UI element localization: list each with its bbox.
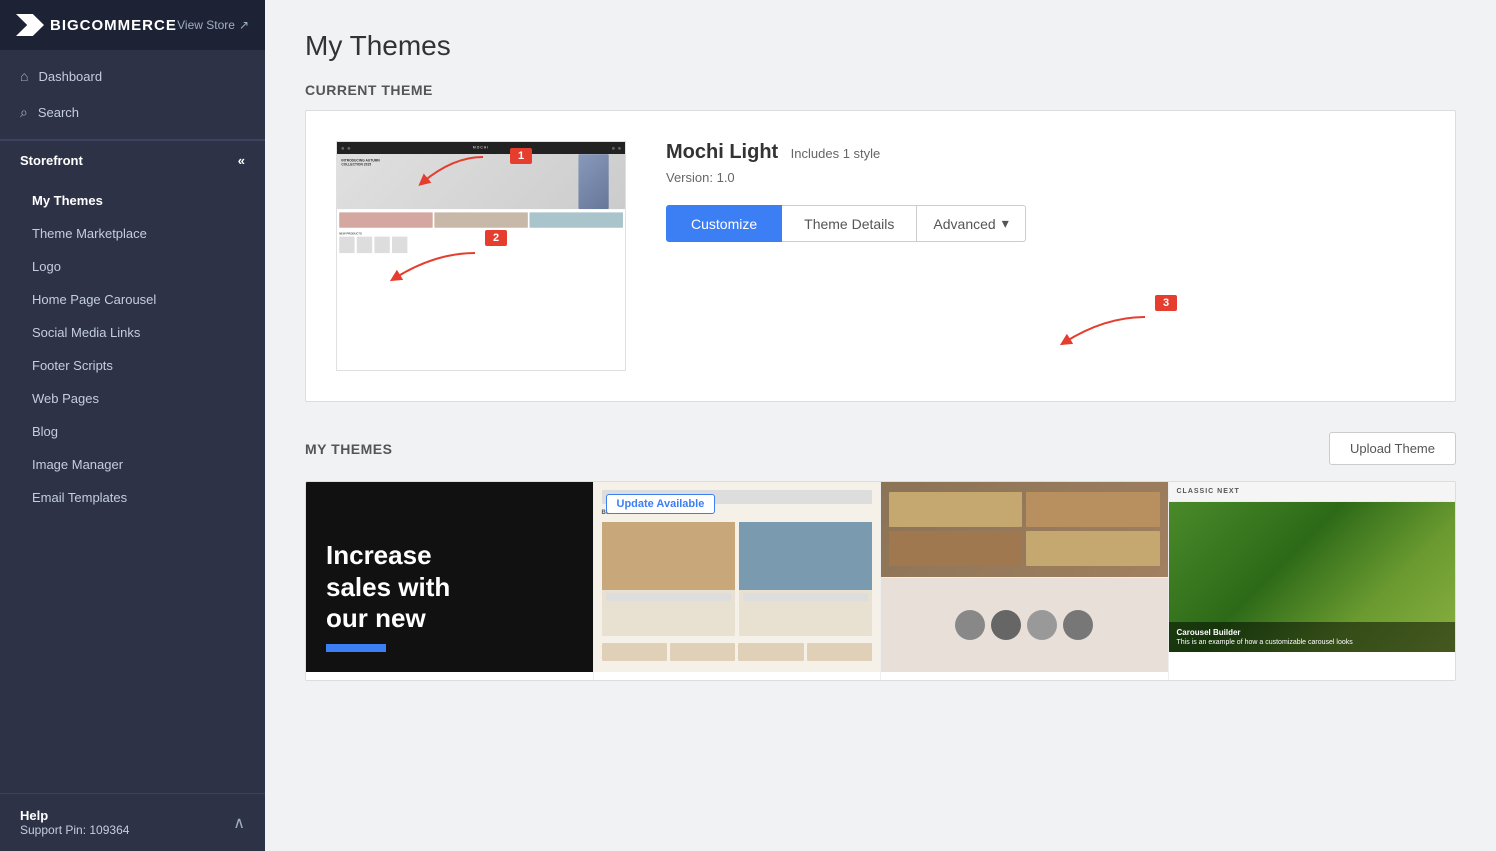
theme-card-promo[interactable]: Increase sales with our new bbox=[306, 482, 594, 680]
promo-banner: Increase sales with our new bbox=[306, 482, 593, 672]
sidebar-item-theme-marketplace[interactable]: Theme Marketplace bbox=[0, 217, 265, 250]
customize-button[interactable]: Customize bbox=[666, 205, 782, 242]
my-themes-label: My Themes bbox=[305, 441, 392, 457]
chevron-up-icon[interactable]: ∧ bbox=[233, 813, 245, 833]
sidebar-item-label: Web Pages bbox=[32, 391, 99, 406]
theme-actions: Customize Theme Details Advanced ▾ bbox=[666, 205, 1425, 242]
sidebar-item-label: Image Manager bbox=[32, 457, 123, 472]
sidebar-item-label: Home Page Carousel bbox=[32, 292, 156, 307]
sidebar-item-home-page-carousel[interactable]: Home Page Carousel bbox=[0, 283, 265, 316]
promo-title: Increase sales with our new bbox=[326, 540, 573, 634]
theme-card-restaurant[interactable] bbox=[881, 482, 1169, 680]
mini-theme-top bbox=[881, 482, 1168, 578]
view-store-text: View Store bbox=[177, 18, 235, 32]
annotation-badge-3: 3 bbox=[1155, 295, 1177, 311]
sidebar-header: BIGCOMMERCE View Store ↗ bbox=[0, 0, 265, 50]
chevron-down-icon: ▾ bbox=[1002, 215, 1009, 232]
current-theme-label: Current Theme bbox=[305, 82, 1456, 98]
classic-next-image: Carousel Builder This is an example of h… bbox=[1169, 502, 1456, 652]
external-link-icon: ↗ bbox=[239, 18, 249, 32]
sidebar-item-label: Search bbox=[38, 105, 79, 120]
update-available-badge: Update Available bbox=[606, 494, 716, 514]
advanced-button[interactable]: Advanced ▾ bbox=[917, 205, 1025, 242]
footer-help-text: Help Support Pin: 109364 bbox=[20, 808, 129, 837]
theme-two-preview bbox=[881, 482, 1168, 672]
sidebar: BIGCOMMERCE View Store ↗ ⌂ Dashboard ⌕ S… bbox=[0, 0, 265, 851]
sidebar-item-label: Blog bbox=[32, 424, 58, 439]
sidebar-item-social-media-links[interactable]: Social Media Links bbox=[0, 316, 265, 349]
sidebar-item-label: Dashboard bbox=[38, 69, 102, 84]
classic-next-preview: CLASSIC NEXT Carousel Builder This is an… bbox=[1169, 482, 1456, 672]
search-icon: ⌕ bbox=[20, 104, 28, 121]
sidebar-nav-top: ⌂ Dashboard ⌕ Search bbox=[0, 50, 265, 140]
upload-theme-button[interactable]: Upload Theme bbox=[1329, 432, 1456, 465]
annotation-badge-1: 1 bbox=[510, 148, 532, 164]
current-theme-card: MOCHI INTRODUCING AUTUMNCOLLECTION 2015 … bbox=[305, 110, 1456, 402]
storefront-section-header[interactable]: Storefront « bbox=[0, 140, 265, 180]
sidebar-item-label: My Themes bbox=[32, 193, 103, 208]
sidebar-item-logo[interactable]: Logo bbox=[0, 250, 265, 283]
storefront-section-label: Storefront bbox=[20, 153, 83, 168]
sidebar-item-search[interactable]: ⌕ Search bbox=[0, 94, 265, 131]
view-store-link[interactable]: View Store ↗ bbox=[177, 18, 249, 32]
storefront-items: My Themes Theme Marketplace Logo Home Pa… bbox=[0, 180, 265, 518]
main-content: 1 2 3 My Themes Current Theme MOCHI bbox=[265, 0, 1496, 851]
classic-next-name: CLASSIC NEXT bbox=[1169, 482, 1456, 502]
theme-subtitle: Includes 1 style bbox=[791, 146, 881, 161]
sidebar-item-my-themes[interactable]: My Themes bbox=[0, 184, 265, 217]
sidebar-item-blog[interactable]: Blog bbox=[0, 415, 265, 448]
classic-next-desc: This is an example of how a customizable… bbox=[1177, 639, 1448, 646]
theme-info: Mochi Light Includes 1 style Version: 1.… bbox=[666, 141, 1425, 242]
theme-version: Version: 1.0 bbox=[666, 170, 1425, 185]
my-themes-header: My Themes Upload Theme bbox=[305, 432, 1456, 465]
theme-preview: MOCHI INTRODUCING AUTUMNCOLLECTION 2015 … bbox=[336, 141, 626, 371]
advanced-label: Advanced bbox=[933, 216, 995, 232]
theme-name: Mochi Light bbox=[666, 141, 778, 163]
bigcommerce-logo-icon bbox=[16, 14, 44, 36]
chevron-left-icon: « bbox=[238, 153, 245, 168]
sidebar-section-storefront: Storefront « My Themes Theme Marketplace… bbox=[0, 140, 265, 518]
sidebar-item-dashboard[interactable]: ⌂ Dashboard bbox=[0, 58, 265, 94]
logo-text: BIGCOMMERCE bbox=[50, 17, 177, 34]
help-label[interactable]: Help bbox=[20, 808, 129, 823]
support-pin: Support Pin: 109364 bbox=[20, 823, 129, 837]
sidebar-item-label: Footer Scripts bbox=[32, 358, 113, 373]
mini-theme-bottom bbox=[881, 578, 1168, 673]
promo-accent-bar bbox=[326, 644, 386, 652]
sidebar-item-footer-scripts[interactable]: Footer Scripts bbox=[0, 349, 265, 382]
theme-card-update[interactable]: Update Available Books for Cooks bbox=[594, 482, 882, 680]
sidebar-item-label: Theme Marketplace bbox=[32, 226, 147, 241]
sidebar-item-web-pages[interactable]: Web Pages bbox=[0, 382, 265, 415]
theme-card-classic-next[interactable]: CLASSIC NEXT Carousel Builder This is an… bbox=[1169, 482, 1456, 680]
home-icon: ⌂ bbox=[20, 68, 28, 84]
sidebar-item-label: Email Templates bbox=[32, 490, 127, 505]
sidebar-logo[interactable]: BIGCOMMERCE bbox=[16, 14, 177, 36]
theme-details-button[interactable]: Theme Details bbox=[782, 205, 917, 242]
theme-preview-inner: MOCHI INTRODUCING AUTUMNCOLLECTION 2015 … bbox=[337, 142, 625, 370]
sidebar-item-label: Social Media Links bbox=[32, 325, 140, 340]
sidebar-footer: Help Support Pin: 109364 ∧ bbox=[0, 793, 265, 851]
annotation-badge-2: 2 bbox=[485, 230, 507, 246]
sidebar-item-image-manager[interactable]: Image Manager bbox=[0, 448, 265, 481]
page-title: My Themes bbox=[305, 30, 1456, 62]
sidebar-item-email-templates[interactable]: Email Templates bbox=[0, 481, 265, 514]
sidebar-item-label: Logo bbox=[32, 259, 61, 274]
current-theme-inner: MOCHI INTRODUCING AUTUMNCOLLECTION 2015 … bbox=[336, 141, 1425, 371]
themes-grid: Increase sales with our new Update Avail… bbox=[305, 481, 1456, 681]
